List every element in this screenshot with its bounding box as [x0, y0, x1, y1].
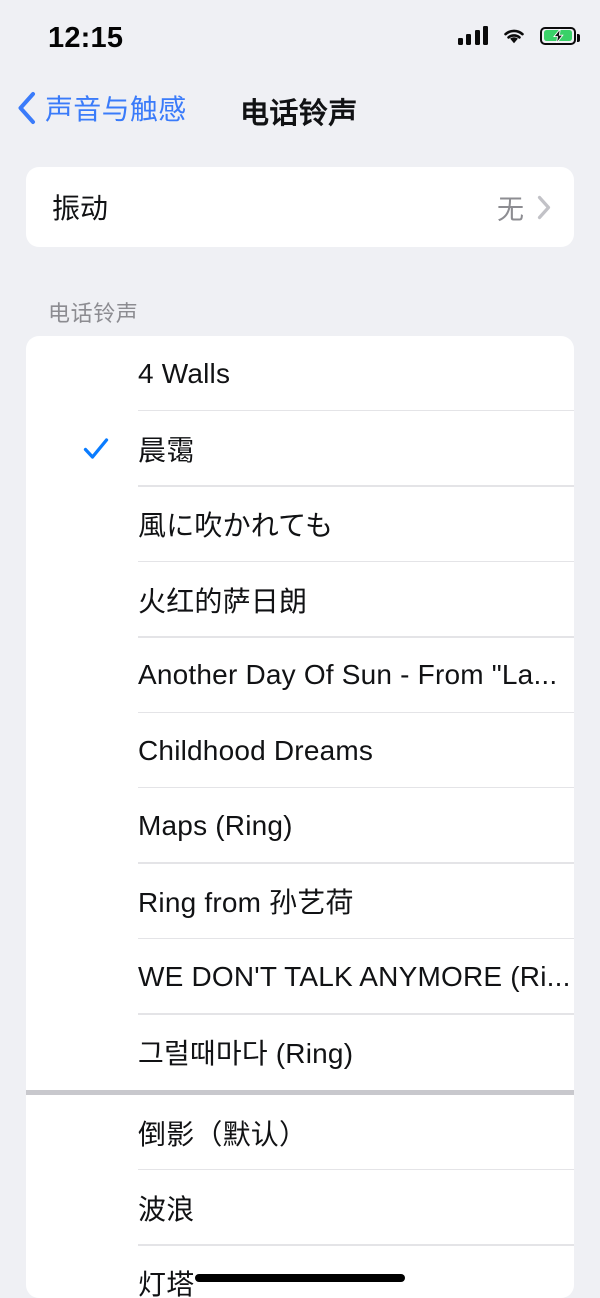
vibration-value: 无: [497, 188, 524, 227]
ringtone-label: Another Day Of Sun - From "La...: [138, 659, 557, 691]
ringtone-label: WE DON'T TALK ANYMORE (Ri...: [138, 961, 571, 993]
ringtone-row[interactable]: 晨霭: [26, 411, 574, 486]
ringtone-row[interactable]: Childhood Dreams: [26, 713, 574, 788]
battery-charging-icon: [540, 27, 576, 45]
ringtone-row[interactable]: Another Day Of Sun - From "La...: [26, 638, 574, 713]
status-bar-indicators: [458, 26, 577, 45]
cellular-signal-icon: [458, 26, 489, 45]
ringtone-row[interactable]: 灯塔: [26, 1246, 574, 1298]
ringtone-row[interactable]: WE DON'T TALK ANYMORE (Ri...: [26, 939, 574, 1014]
vibration-label: 振动: [52, 187, 108, 227]
ringtone-label: 火红的萨日朗: [138, 580, 307, 620]
ringtones-section-header: 电话铃声: [48, 296, 138, 328]
ios-ringtone-settings-screen: 12:15 声音与触感 电话铃声: [0, 0, 600, 1298]
ringtone-label: Maps (Ring): [138, 810, 293, 842]
ringtone-label: 4 Walls: [138, 358, 230, 390]
page-title: 电话铃声: [240, 90, 358, 132]
ringtone-label: 風に吹かれても: [138, 504, 333, 544]
navigation-bar: 声音与触感 电话铃声: [0, 72, 600, 146]
home-indicator[interactable]: [195, 1274, 405, 1282]
wifi-icon: [501, 26, 527, 45]
status-bar-time: 12:15: [48, 22, 123, 55]
ringtone-row[interactable]: Maps (Ring): [26, 788, 574, 863]
ringtone-row[interactable]: 風に吹かれても: [26, 487, 574, 562]
ringtone-row[interactable]: 倒影（默认）: [26, 1095, 574, 1170]
ringtone-label: 倒影（默认）: [138, 1113, 307, 1153]
vibration-card: 振动 无: [26, 167, 574, 247]
ringtone-list-card: 4 Walls 晨霭風に吹かれても火红的萨日朗 Another Day Of Sun…: [26, 336, 574, 1298]
chevron-right-icon: [537, 195, 552, 220]
chevron-left-icon: [16, 91, 38, 125]
ringtone-label: 灯塔: [138, 1263, 194, 1298]
ringtone-label: 그럴때마다 (Ring): [138, 1032, 353, 1072]
ringtone-label: 波浪: [138, 1188, 194, 1228]
vibration-value-group: 无: [497, 188, 552, 227]
status-bar: 12:15: [0, 0, 600, 72]
ringtone-row[interactable]: Ring from 孙艺荷: [26, 864, 574, 939]
ringtone-row[interactable]: 火红的萨日朗: [26, 562, 574, 637]
ringtone-row[interactable]: 波浪: [26, 1170, 574, 1245]
vibration-row[interactable]: 振动 无: [26, 167, 574, 247]
ringtone-label: 晨霭: [138, 429, 194, 469]
checkmark-icon: [83, 436, 109, 462]
ringtone-label: Childhood Dreams: [138, 735, 373, 767]
back-button[interactable]: 声音与触感: [16, 88, 187, 128]
back-button-label: 声音与触感: [45, 88, 187, 128]
ringtone-row[interactable]: 그럴때마다 (Ring): [26, 1015, 574, 1090]
ringtone-label: Ring from 孙艺荷: [138, 881, 354, 921]
ringtone-row[interactable]: 4 Walls: [26, 336, 574, 411]
